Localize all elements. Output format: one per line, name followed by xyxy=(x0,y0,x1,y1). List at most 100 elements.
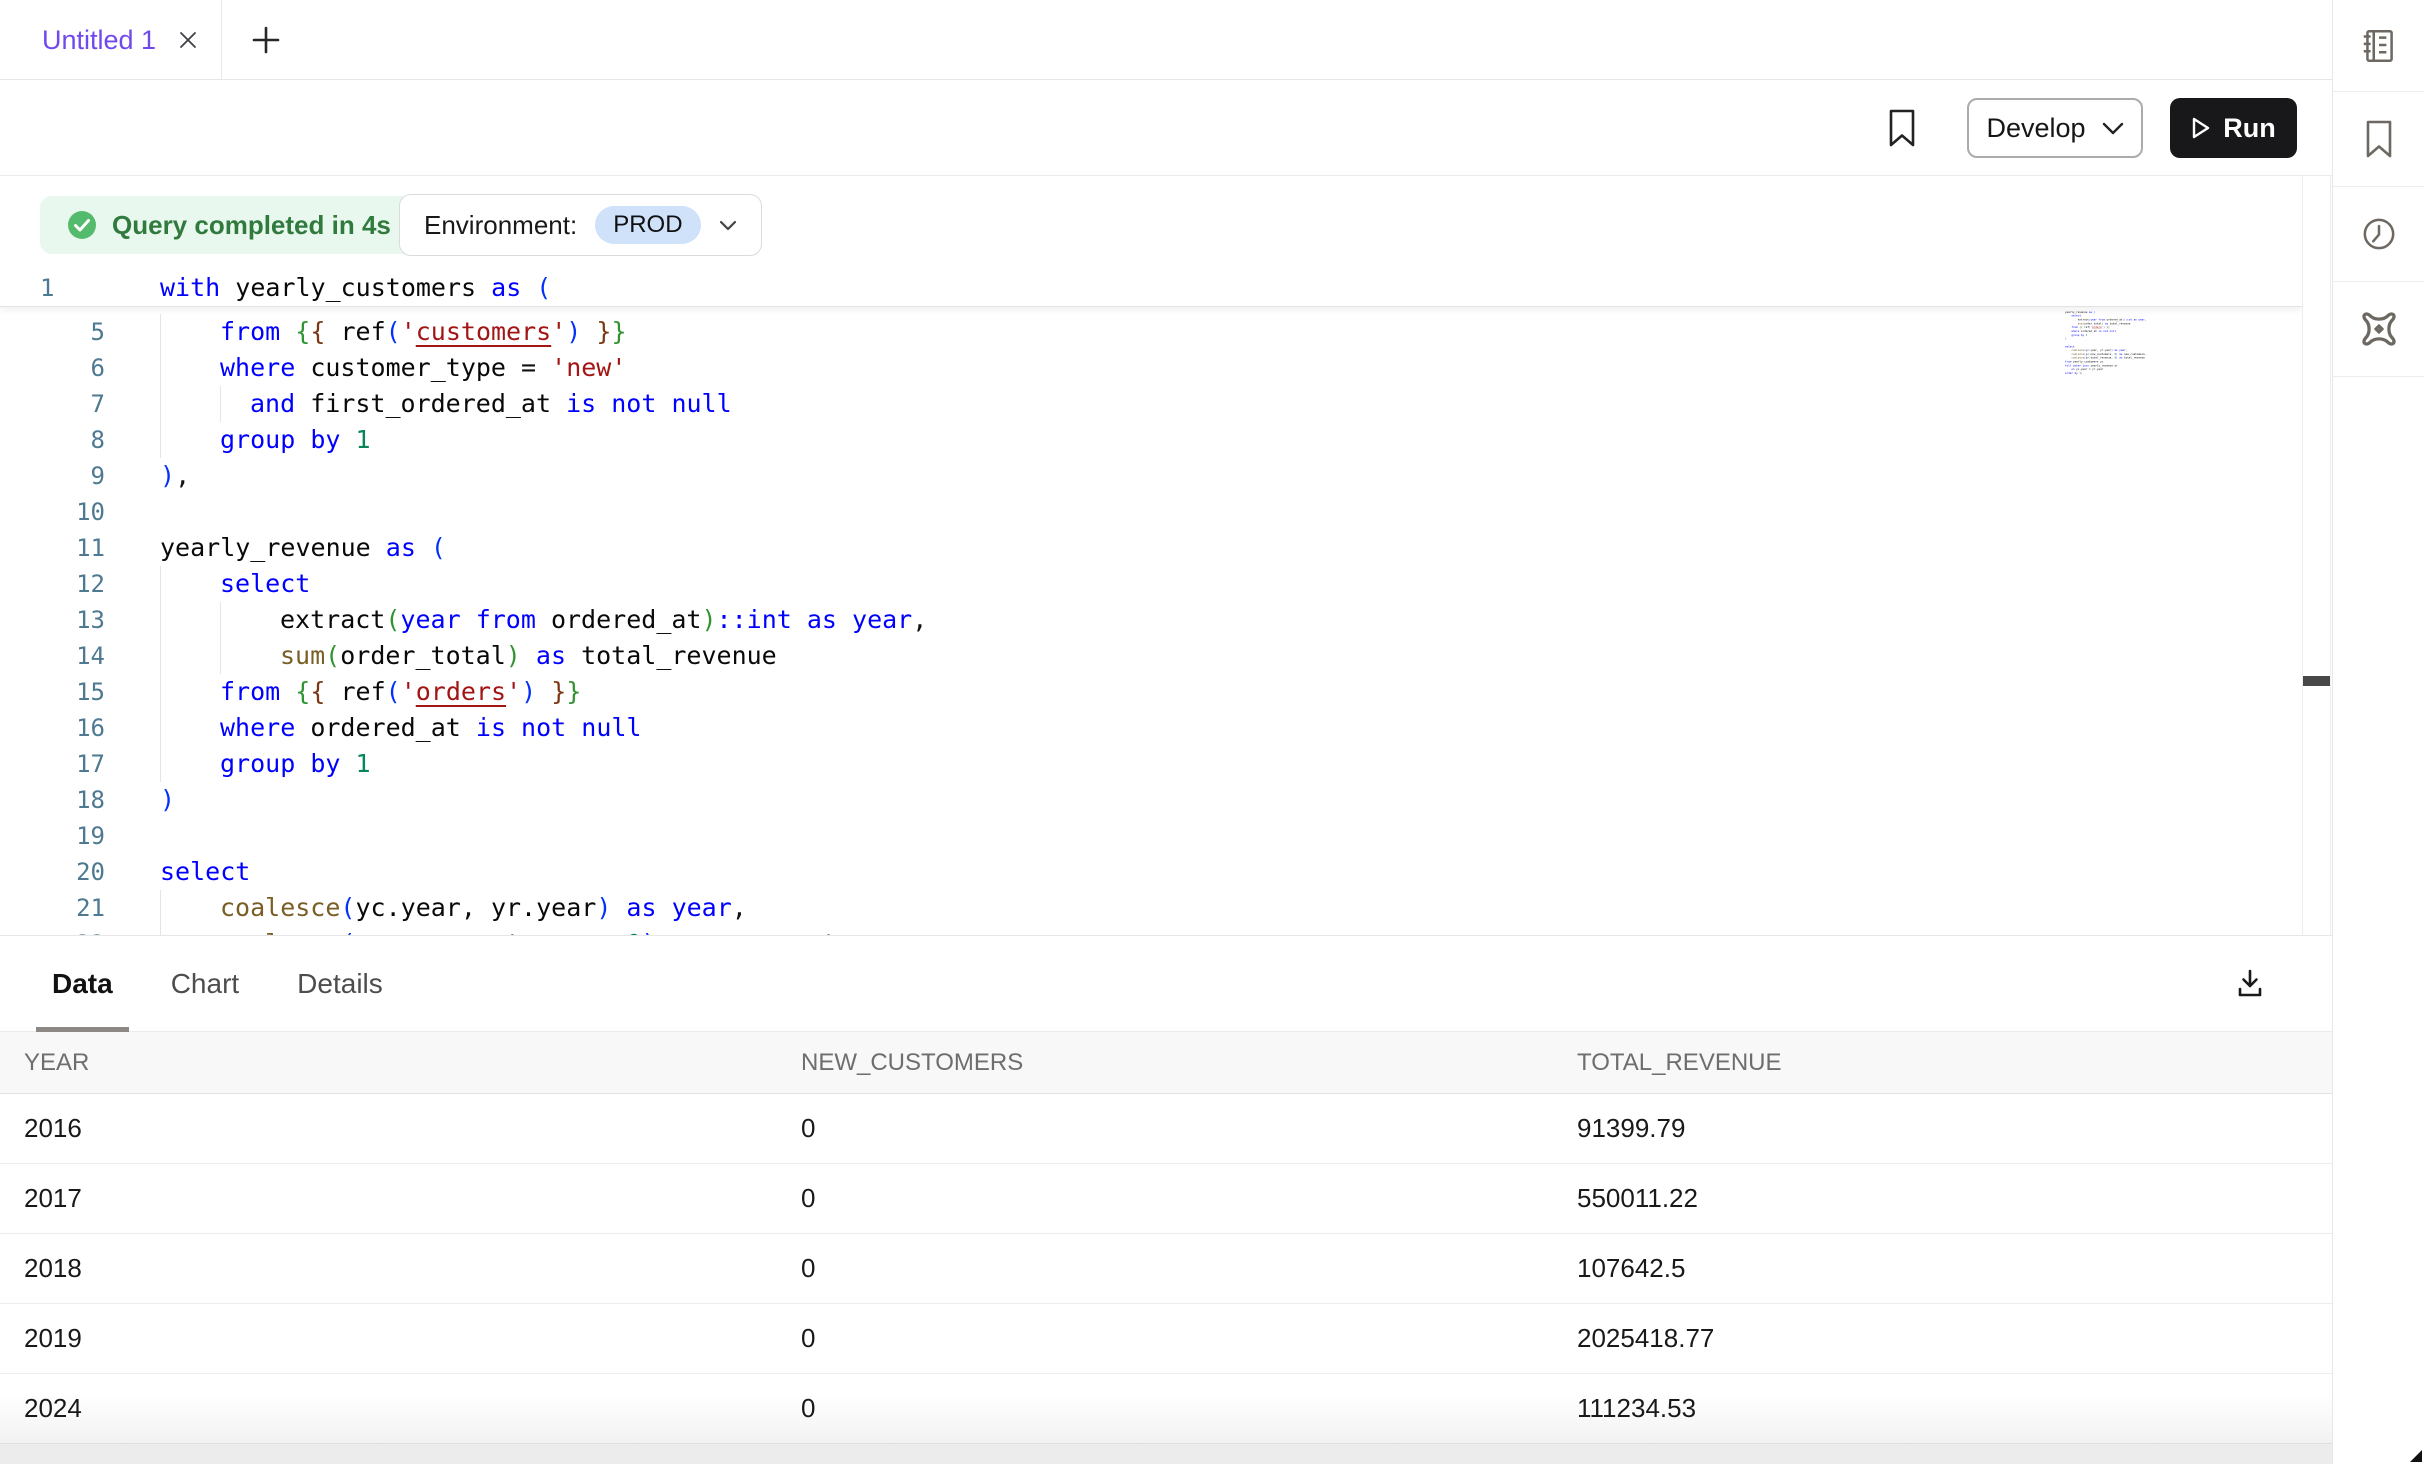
table-cell: 2016 xyxy=(24,1113,801,1144)
code-line: 22coalesce(yc.new_customers, 0) as new_c… xyxy=(0,926,2302,935)
code-line: 5from {{ ref('customers') }} xyxy=(0,314,2302,350)
download-results-button[interactable] xyxy=(2224,958,2276,1010)
play-icon xyxy=(2191,116,2211,140)
code-line: 12select xyxy=(0,566,2302,602)
sidebar-button-notebook-panel[interactable] xyxy=(2333,0,2424,92)
app-window: Untitled 1 Develop Run Query completed i… xyxy=(0,0,2424,1464)
line-number: 21 xyxy=(0,890,105,926)
line-number: 20 xyxy=(0,854,105,890)
tab-label: Untitled 1 xyxy=(42,25,156,56)
line-number: 9 xyxy=(0,458,105,494)
resize-grip-icon[interactable] xyxy=(2409,1449,2423,1463)
table-row: 2016091399.79 xyxy=(0,1094,2332,1164)
table-cell: 2018 xyxy=(24,1253,801,1284)
plus-icon xyxy=(249,23,283,57)
line-number: 8 xyxy=(0,422,105,458)
code-line: 9), xyxy=(0,458,2302,494)
results-table-body: 2016091399.7920170550011.2220180107642.5… xyxy=(0,1094,2332,1444)
table-cell: 0 xyxy=(801,1113,1577,1144)
line-number: 14 xyxy=(0,638,105,674)
line-number: 15 xyxy=(0,674,105,710)
code-line: 8group by 1 xyxy=(0,422,2302,458)
sidebar-button-bookmark[interactable] xyxy=(2333,92,2424,187)
table-cell: 2019 xyxy=(24,1323,801,1354)
table-row: 20240111234.53 xyxy=(0,1374,2332,1444)
code-line: 11yearly_revenue as ( xyxy=(0,530,2302,566)
new-tab-button[interactable] xyxy=(230,0,302,80)
right-icon-sidebar xyxy=(2332,0,2424,1464)
table-cell: 550011.22 xyxy=(1577,1183,2332,1214)
table-cell: 91399.79 xyxy=(1577,1113,2332,1144)
code-line: 7and first_ordered_at is not null xyxy=(0,386,2302,422)
table-cell: 0 xyxy=(801,1253,1577,1284)
lineage-icon xyxy=(2357,307,2401,351)
table-cell: 2017 xyxy=(24,1183,801,1214)
run-button[interactable]: Run xyxy=(2170,98,2297,158)
history-icon xyxy=(2358,213,2400,255)
code-line: 13extract(year from ordered_at)::int as … xyxy=(0,602,2302,638)
table-cell: 0 xyxy=(801,1183,1577,1214)
tab-bar: Untitled 1 xyxy=(0,0,2332,80)
line-number: 6 xyxy=(0,350,105,386)
editor-scrollbar-thumb[interactable] xyxy=(2303,676,2330,686)
code-line: 18) xyxy=(0,782,2302,818)
table-cell: 111234.53 xyxy=(1577,1393,2332,1424)
horizontal-scrollbar-track[interactable] xyxy=(0,1443,2332,1464)
code-line: 14sum(order_total) as total_revenue xyxy=(0,638,2302,674)
table-row: 20170550011.22 xyxy=(0,1164,2332,1234)
toolbar: Develop Run xyxy=(0,80,2332,176)
bookmark-icon xyxy=(1885,107,1919,149)
editor-scrollbar-track[interactable] xyxy=(2302,176,2331,935)
code-line: 10 xyxy=(0,494,2302,530)
chevron-down-icon xyxy=(2102,122,2124,135)
code-line: 17group by 1 xyxy=(0,746,2302,782)
line-number: 1 xyxy=(40,270,54,306)
notebook-panel-icon xyxy=(2358,25,2400,67)
column-header: TOTAL_REVENUE xyxy=(1577,1049,2332,1077)
line-number: 10 xyxy=(0,494,105,530)
table-cell: 2025418.77 xyxy=(1577,1323,2332,1354)
code-line: 20select xyxy=(0,854,2302,890)
line-number: 11 xyxy=(0,530,105,566)
sidebar-button-history[interactable] xyxy=(2333,187,2424,282)
results-tab-bar: Data Chart Details xyxy=(0,936,2332,1032)
table-cell: 2024 xyxy=(24,1393,801,1424)
line-number: 18 xyxy=(0,782,105,818)
line-number: 19 xyxy=(0,818,105,854)
line-number: 7 xyxy=(0,386,105,422)
table-cell: 0 xyxy=(801,1323,1577,1354)
column-header: NEW_CUSTOMERS xyxy=(801,1049,1577,1077)
download-icon xyxy=(2230,964,2270,1004)
sidebar-button-lineage[interactable] xyxy=(2333,282,2424,377)
code-line: 6where customer_type = 'new' xyxy=(0,350,2302,386)
line-number: 12 xyxy=(0,566,105,602)
table-cell: 107642.5 xyxy=(1577,1253,2332,1284)
results-panel: Data Chart Details YEARNEW_CUSTOMERSTOTAL_… xyxy=(0,935,2332,1464)
line-number: 17 xyxy=(0,746,105,782)
code-line: 15from {{ ref('orders') }} xyxy=(0,674,2302,710)
sql-editor[interactable]: Query completed in 4s Environment: PROD … xyxy=(0,176,2302,935)
table-cell: 0 xyxy=(801,1393,1577,1424)
code-line: 16where ordered_at is not null xyxy=(0,710,2302,746)
line-number: 16 xyxy=(0,710,105,746)
sticky-scroll-line: 1with yearly_customers as ( xyxy=(0,270,2302,307)
column-header: YEAR xyxy=(24,1049,801,1077)
close-tab-icon[interactable] xyxy=(176,28,200,52)
results-tab-details[interactable]: Details xyxy=(281,936,399,1031)
line-number: 5 xyxy=(0,314,105,350)
results-table-header: YEARNEW_CUSTOMERSTOTAL_REVENUE xyxy=(0,1032,2332,1094)
code-line: 19 xyxy=(0,818,2302,854)
bookmark-icon xyxy=(2362,118,2396,160)
table-row: 201902025418.77 xyxy=(0,1304,2332,1374)
run-label: Run xyxy=(2223,113,2275,144)
bookmark-query-button[interactable] xyxy=(1876,100,1928,156)
results-tab-data[interactable]: Data xyxy=(36,936,129,1031)
develop-label: Develop xyxy=(1986,113,2085,144)
line-number: 22 xyxy=(0,926,105,935)
line-number: 13 xyxy=(0,602,105,638)
develop-dropdown[interactable]: Develop xyxy=(1967,98,2143,158)
editor-tab-untitled-1[interactable]: Untitled 1 xyxy=(0,0,222,80)
code-line: 21coalesce(yc.year, yr.year) as year, xyxy=(0,890,2302,926)
results-tab-chart[interactable]: Chart xyxy=(155,936,255,1031)
table-row: 20180107642.5 xyxy=(0,1234,2332,1304)
